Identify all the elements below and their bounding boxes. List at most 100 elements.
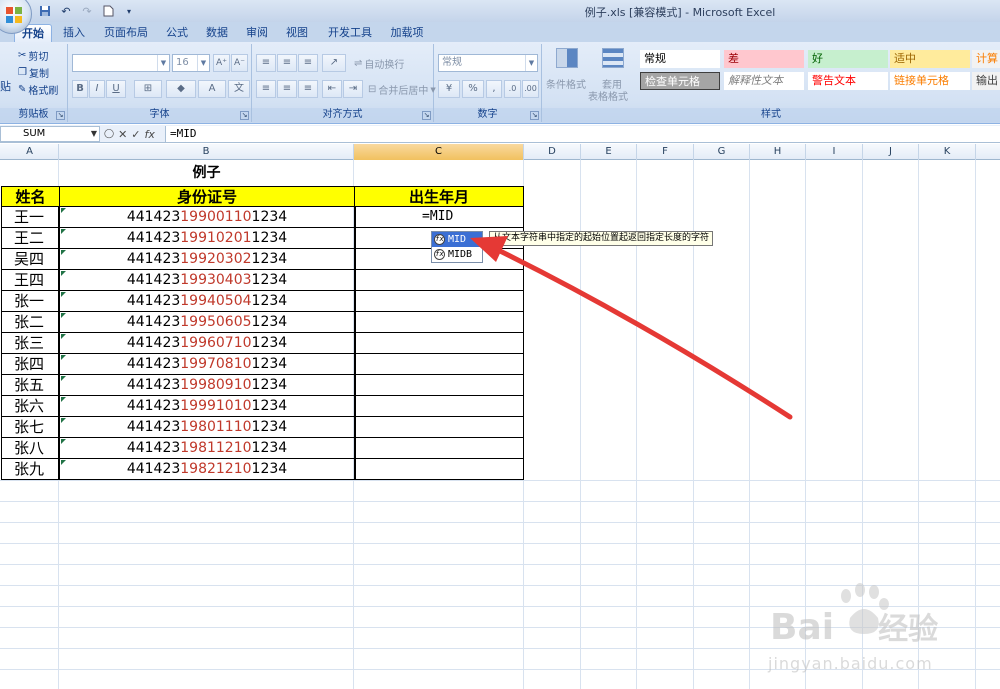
header-birth-cell[interactable]: 出生年月	[354, 186, 524, 207]
align-top-icon[interactable]: ≡	[256, 54, 276, 72]
cell-style-option[interactable]: 常规	[640, 50, 720, 68]
formula-input[interactable]: =MID	[165, 126, 1000, 142]
autocomplete-item-midb[interactable]: fx MIDB	[432, 247, 482, 262]
name-cell[interactable]: 王二	[1, 228, 59, 249]
column-header-i[interactable]: I	[806, 144, 863, 160]
id-number-cell[interactable]: 441423199809101234	[59, 375, 355, 396]
insert-function-icon[interactable]: fx	[145, 128, 155, 141]
id-number-cell[interactable]: 441423198011101234	[59, 417, 355, 438]
conditional-format-button[interactable]: 条件格式	[546, 76, 586, 91]
phonetic-icon[interactable]: 文	[228, 80, 250, 98]
id-number-cell[interactable]: 441423199203021234	[59, 249, 355, 270]
cell-style-option[interactable]: 警告文本	[808, 72, 888, 90]
cell-style-option[interactable]: 适中	[890, 50, 970, 68]
id-number-cell[interactable]: 441423198112101234	[59, 438, 355, 459]
name-cell[interactable]: 张六	[1, 396, 59, 417]
comma-icon[interactable]: ,	[486, 80, 502, 98]
column-header-a[interactable]: A	[1, 144, 59, 160]
table-format-line2[interactable]: 表格格式	[588, 88, 628, 103]
alignment-launcher-icon[interactable]: ↘	[422, 111, 431, 120]
format-painter-button[interactable]: ✎ 格式刷	[18, 82, 58, 97]
id-number-cell[interactable]: 441423199405041234	[59, 291, 355, 312]
tab-review[interactable]: 审阅	[240, 24, 274, 42]
number-format-select[interactable]: 常规 ▼	[438, 54, 538, 72]
tab-formulas[interactable]: 公式	[160, 24, 194, 42]
birth-cell[interactable]	[355, 270, 524, 291]
birth-cell[interactable]	[355, 291, 524, 312]
id-number-cell[interactable]: 441423199708101234	[59, 354, 355, 375]
borders-icon[interactable]: ⊞	[134, 80, 162, 98]
id-number-cell[interactable]: 441423199910101234	[59, 396, 355, 417]
align-center-icon[interactable]: ≡	[277, 80, 297, 98]
orientation-icon[interactable]: ↗	[322, 54, 346, 72]
name-cell[interactable]: 张五	[1, 375, 59, 396]
autocomplete-item-mid[interactable]: fx MID	[432, 232, 482, 247]
name-cell[interactable]: 张三	[1, 333, 59, 354]
column-header-c[interactable]: C	[354, 144, 524, 160]
birth-cell[interactable]	[355, 459, 524, 480]
font-size-select[interactable]: 16 ▼	[172, 54, 210, 72]
birth-cell[interactable]	[355, 438, 524, 459]
name-cell[interactable]: 张一	[1, 291, 59, 312]
cell-style-option[interactable]: 计算	[972, 50, 1000, 68]
cut-button[interactable]: ✂ 剪切	[18, 48, 48, 63]
name-cell[interactable]: 王四	[1, 270, 59, 291]
copy-button[interactable]: ❐ 复制	[18, 65, 49, 80]
column-header-g[interactable]: G	[694, 144, 750, 160]
column-header-f[interactable]: F	[637, 144, 694, 160]
column-header-l[interactable]: L	[976, 144, 1000, 160]
tab-developer[interactable]: 开发工具	[322, 24, 378, 42]
column-header-k[interactable]: K	[919, 144, 976, 160]
enter-check-icon[interactable]: ✓	[131, 128, 140, 141]
function-circle-icon[interactable]: ◯	[104, 129, 114, 139]
cell-style-option[interactable]: 好	[808, 50, 888, 68]
decrease-decimal-icon[interactable]: .00	[522, 80, 539, 98]
birth-cell[interactable]	[355, 333, 524, 354]
birth-cell[interactable]	[355, 375, 524, 396]
id-number-cell[interactable]: 441423199607101234	[59, 333, 355, 354]
id-number-cell[interactable]: 441423199102011234	[59, 228, 355, 249]
clipboard-launcher-icon[interactable]: ↘	[56, 111, 65, 120]
tab-addins[interactable]: 加载项	[384, 24, 430, 42]
wrap-text-button[interactable]: ⇌ 自动换行	[354, 56, 404, 71]
cell-style-option[interactable]: 检查单元格	[640, 72, 720, 90]
id-number-cell[interactable]: 441423199506051234	[59, 312, 355, 333]
number-launcher-icon[interactable]: ↘	[530, 111, 539, 120]
font-name-select[interactable]: ▼	[72, 54, 170, 72]
column-header-b[interactable]: B	[59, 144, 354, 160]
tab-page-layout[interactable]: 页面布局	[98, 24, 154, 42]
name-cell[interactable]: 张七	[1, 417, 59, 438]
font-launcher-icon[interactable]: ↘	[240, 111, 249, 120]
name-cell[interactable]: 王一	[1, 207, 59, 228]
column-header-j[interactable]: J	[863, 144, 919, 160]
id-number-cell[interactable]: 441423198212101234	[59, 459, 355, 480]
name-cell[interactable]: 张九	[1, 459, 59, 480]
tab-view[interactable]: 视图	[280, 24, 314, 42]
cell-style-option[interactable]: 解释性文本	[724, 72, 804, 90]
increase-indent-icon[interactable]: ⇥	[343, 80, 363, 98]
birth-cell[interactable]	[355, 396, 524, 417]
sheet-title-cell[interactable]: 例子	[59, 160, 354, 186]
birth-cell[interactable]	[355, 354, 524, 375]
font-color-icon[interactable]: A	[198, 80, 226, 98]
merge-center-button[interactable]: ⊟ 合并后居中 ▼	[368, 82, 436, 97]
italic-icon[interactable]: I	[89, 80, 105, 98]
decrease-indent-icon[interactable]: ⇤	[322, 80, 342, 98]
column-header-e[interactable]: E	[581, 144, 637, 160]
align-left-icon[interactable]: ≡	[256, 80, 276, 98]
tab-insert[interactable]: 插入	[56, 24, 92, 42]
increase-decimal-icon[interactable]: .0	[504, 80, 521, 98]
column-header-d[interactable]: D	[524, 144, 581, 160]
id-number-cell[interactable]: 441423199001101234	[59, 207, 355, 228]
birth-cell[interactable]	[355, 417, 524, 438]
name-cell[interactable]: 吴四	[1, 249, 59, 270]
tab-data[interactable]: 数据	[200, 24, 234, 42]
cell-style-option[interactable]: 链接单元格	[890, 72, 970, 90]
name-cell[interactable]: 张二	[1, 312, 59, 333]
column-header-h[interactable]: H	[750, 144, 806, 160]
header-id-cell[interactable]: 身份证号	[59, 186, 355, 207]
align-right-icon[interactable]: ≡	[298, 80, 318, 98]
underline-icon[interactable]: U	[106, 80, 126, 98]
align-middle-icon[interactable]: ≡	[277, 54, 297, 72]
bold-icon[interactable]: B	[72, 80, 88, 98]
